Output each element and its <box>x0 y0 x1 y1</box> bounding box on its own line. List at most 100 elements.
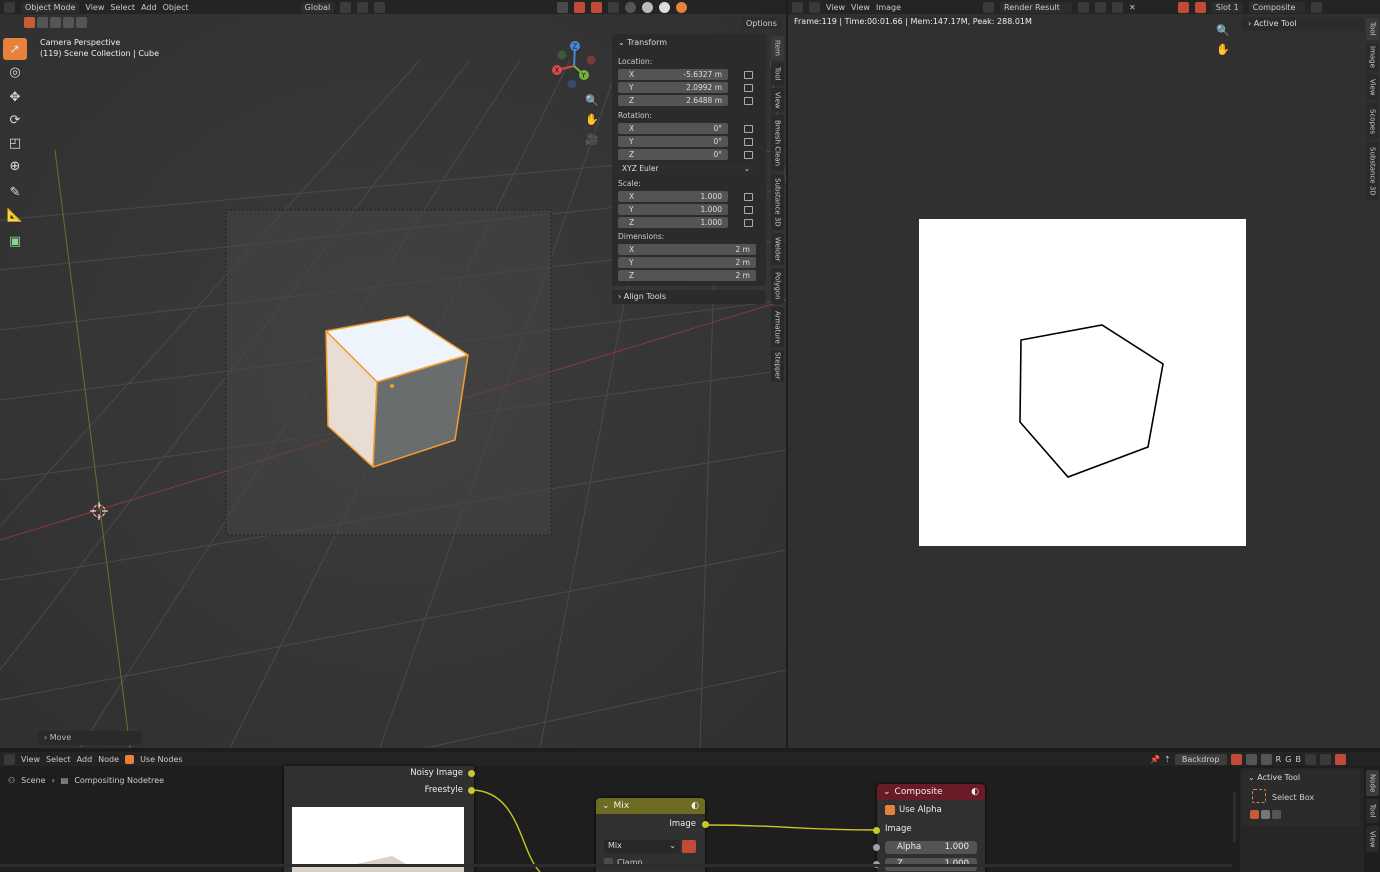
socket-noisy-image[interactable] <box>468 770 475 777</box>
composite-node-header[interactable]: ⌄ Composite ◐ <box>877 784 985 800</box>
channel-b[interactable]: B <box>1295 755 1301 764</box>
camera-view-icon[interactable]: 🎥 <box>585 133 599 146</box>
zoom-icon[interactable]: 🔍 <box>1216 24 1230 37</box>
options-button[interactable]: Options <box>742 18 781 29</box>
zoom-icon[interactable]: 🔍 <box>585 94 599 107</box>
tab-scopes[interactable]: Scopes <box>1366 103 1379 139</box>
alpha-channel-icon[interactable] <box>1245 754 1257 765</box>
socket-freestyle[interactable] <box>468 787 475 794</box>
socket-alpha-in[interactable] <box>873 844 880 851</box>
blend-type-dropdown[interactable]: Mix ⌄ <box>604 840 680 853</box>
editor-type-icon[interactable] <box>792 1 803 13</box>
move-tool[interactable]: ✥ <box>3 86 27 108</box>
snap-icon[interactable] <box>357 1 369 13</box>
tab-polygon[interactable]: Polygon <box>771 268 784 304</box>
dimensions-x-field[interactable]: X2 m <box>618 244 756 255</box>
image-channel-icon[interactable] <box>1260 754 1272 765</box>
socket-mix-image-out[interactable] <box>702 821 709 828</box>
menu-view-2[interactable]: View <box>851 3 870 12</box>
overlay-icon[interactable] <box>1194 1 1206 13</box>
shading-solid-icon[interactable] <box>642 1 654 13</box>
shading-material-icon[interactable] <box>659 1 671 13</box>
tab-stepper[interactable]: Stepper <box>771 350 784 382</box>
tab-tool[interactable]: Tool <box>1366 799 1379 823</box>
vertical-scrollbar[interactable] <box>1233 792 1236 842</box>
lock-icon[interactable] <box>744 206 753 214</box>
rotation-z-field[interactable]: Z 0° <box>618 149 728 160</box>
tab-tool[interactable]: Tool <box>771 63 784 85</box>
tab-tool[interactable]: Tool <box>1366 18 1379 40</box>
location-x-field[interactable]: X -5.6327 m <box>618 69 728 80</box>
overlay-icon[interactable] <box>1334 754 1346 765</box>
lock-icon[interactable] <box>744 138 753 146</box>
measure-tool[interactable]: 📐 <box>3 204 27 226</box>
visibility-icon[interactable] <box>557 1 569 13</box>
new-image-icon[interactable] <box>1095 1 1107 13</box>
orientation-dropdown[interactable]: Global <box>300 1 335 13</box>
select-box-tool[interactable]: ➚ <box>3 38 27 60</box>
location-y-field[interactable]: Y 2.0992 m <box>618 82 728 93</box>
render-layers-node[interactable]: Noisy Image Freestyle <box>284 766 474 872</box>
use-alpha-toggle-icon[interactable] <box>682 840 696 853</box>
open-image-icon[interactable] <box>1112 1 1124 13</box>
tab-view[interactable]: View <box>771 88 784 112</box>
lock-icon[interactable] <box>744 151 753 159</box>
dimensions-y-field[interactable]: Y2 m <box>618 257 756 268</box>
tab-item[interactable]: Item <box>771 36 784 60</box>
transform-tool[interactable]: ⊕ <box>3 155 27 177</box>
tab-armature[interactable]: Armature <box>771 307 784 347</box>
active-tool-panel[interactable]: ⌄ Active Tool Select Box <box>1242 770 1360 826</box>
lock-icon[interactable] <box>744 97 753 105</box>
select-extend-icon[interactable] <box>1261 810 1270 819</box>
node-preview-icon[interactable]: ◐ <box>691 801 699 811</box>
navigation-gizmo[interactable]: Z X Y <box>546 38 602 94</box>
dimensions-z-field[interactable]: Z2 m <box>618 270 756 281</box>
gizmo-icon[interactable] <box>1177 1 1189 13</box>
select-extend-icon[interactable] <box>37 17 48 28</box>
tab-view[interactable]: View <box>1366 826 1379 852</box>
scale-x-field[interactable]: X 1.000 <box>618 191 728 202</box>
menu-view[interactable]: View <box>85 3 104 12</box>
scale-tool[interactable]: ◰ <box>3 132 27 154</box>
menu-add[interactable]: Add <box>141 3 157 12</box>
image-editor[interactable]: View View Image Render Result ✕ Slot 1 C… <box>788 0 1380 748</box>
lock-icon[interactable] <box>744 84 753 92</box>
menu-image[interactable]: Image <box>876 3 901 12</box>
rotation-x-field[interactable]: X 0° <box>618 123 728 134</box>
socket-composite-image-in[interactable] <box>873 827 880 834</box>
gizmo-icon[interactable] <box>1319 754 1331 765</box>
channel-g[interactable]: G <box>1285 755 1291 764</box>
scale-y-field[interactable]: Y 1.000 <box>618 204 728 215</box>
mix-node-header[interactable]: ⌄ Mix ◐ <box>596 798 705 814</box>
use-alpha-checkbox[interactable]: Use Alpha <box>885 805 942 815</box>
tab-node[interactable]: Node <box>1366 770 1379 796</box>
overlay-icon[interactable] <box>591 1 603 13</box>
image-browse-icon[interactable] <box>983 1 995 13</box>
lock-icon[interactable] <box>744 71 753 79</box>
mode-dropdown[interactable]: Object Mode <box>21 1 80 13</box>
tab-view[interactable]: View <box>1366 74 1379 100</box>
lock-icon[interactable] <box>744 193 753 201</box>
node-preview-icon[interactable]: ◐ <box>971 787 979 797</box>
cursor-tool[interactable]: ◎ <box>3 61 27 83</box>
rotation-y-field[interactable]: Y 0° <box>618 136 728 147</box>
tab-welder[interactable]: Welder <box>771 233 784 265</box>
select-subtract-icon[interactable] <box>50 17 61 28</box>
close-icon[interactable]: ✕ <box>1129 3 1136 12</box>
location-z-field[interactable]: Z 2.6488 m <box>618 95 728 106</box>
add-cube-tool[interactable]: ▣ <box>3 230 27 252</box>
proportional-icon[interactable] <box>374 1 386 13</box>
pan-hand-icon[interactable]: ✋ <box>1216 43 1230 56</box>
pivot-icon[interactable] <box>340 1 352 13</box>
backdrop-fit-icon[interactable] <box>1304 754 1316 765</box>
annotate-tool[interactable]: ✎ <box>3 181 27 203</box>
select-new-icon[interactable] <box>1250 810 1259 819</box>
tab-image[interactable]: Image <box>1366 43 1379 71</box>
tab-bmesh-clean[interactable]: Bmesh Clean <box>771 115 784 171</box>
horizontal-scrollbar[interactable] <box>0 864 1232 867</box>
shading-wire-icon[interactable] <box>625 1 637 13</box>
lock-icon[interactable] <box>744 219 753 227</box>
scale-z-field[interactable]: Z 1.000 <box>618 217 728 228</box>
menu-select[interactable]: Select <box>110 3 135 12</box>
transform-section-header[interactable]: ⌄ Transform <box>618 38 667 47</box>
